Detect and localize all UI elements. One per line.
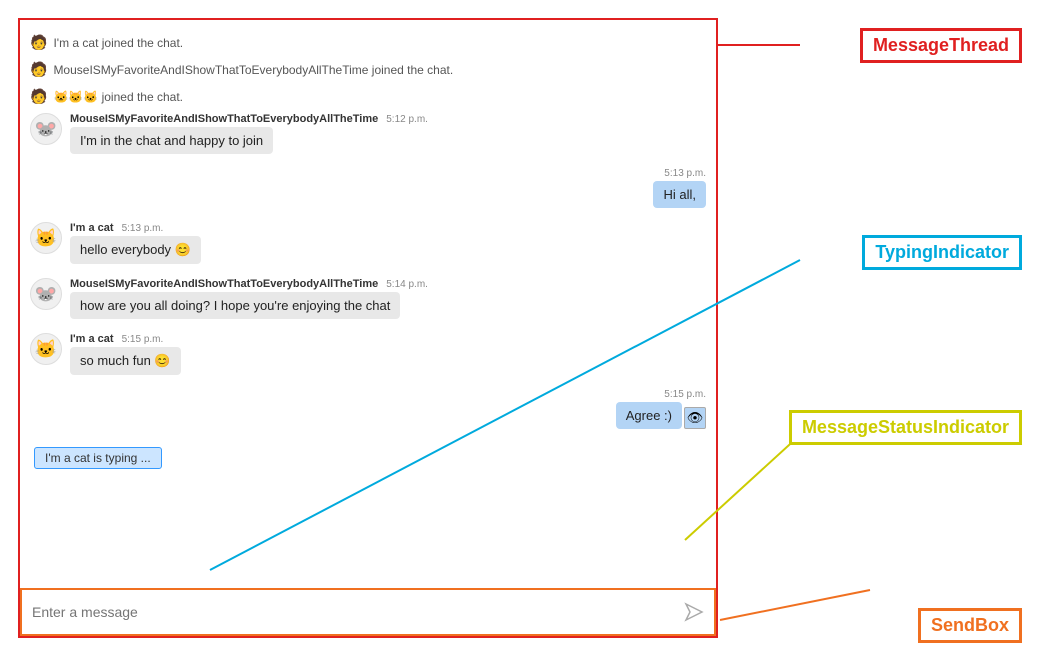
message-input[interactable] [32,604,676,620]
label-message-thread: MessageThread [860,28,1022,63]
label-sendbox: SendBox [918,608,1022,643]
time-5: 5:15 p.m. [122,334,164,345]
outer-container: 🧑 I'm a cat joined the chat. 🧑 MouseISMy… [0,0,1052,661]
time-4: 5:14 p.m. [386,279,428,290]
sender-1: MouseISMyFavoriteAndIShowThatToEverybody… [70,113,378,125]
person-icon-3: 🧑 [30,88,47,105]
sender-3: I'm a cat [70,222,114,234]
bubble-2: Hi all, [653,181,706,208]
person-icon-2: 🧑 [30,61,47,78]
bubble-6: Agree :) [616,402,682,429]
message-header-6: 5:15 p.m. [664,389,706,400]
avatar-1: 🐭 [30,113,62,145]
message-row-1: 🐭 MouseISMyFavoriteAndIShowThatToEverybo… [30,113,706,154]
bubble-1: I'm in the chat and happy to join [70,127,273,154]
message-header-3: I'm a cat 5:13 p.m. [70,222,201,234]
message-content-2: 5:13 p.m. Hi all, [653,168,706,208]
message-header-5: I'm a cat 5:15 p.m. [70,333,181,345]
system-text-2: MouseISMyFavoriteAndIShowThatToEverybody… [53,63,453,77]
bubble-5: so much fun 😊 [70,347,181,375]
message-content-4: MouseISMyFavoriteAndIShowThatToEverybody… [70,278,428,319]
message-row-5: 🐱 I'm a cat 5:15 p.m. so much fun 😊 [30,333,706,375]
system-message-3: 🧑 🐱🐱🐱 joined the chat. [30,86,706,107]
message-thread[interactable]: 🧑 I'm a cat joined the chat. 🧑 MouseISMy… [20,20,716,588]
avatar-4: 🐭 [30,278,62,310]
label-message-status: MessageStatusIndicator [789,410,1022,445]
message-content-5: I'm a cat 5:15 p.m. so much fun 😊 [70,333,181,375]
message-header-2: 5:13 p.m. [664,168,706,179]
system-text-1: I'm a cat joined the chat. [53,36,183,50]
message-content-1: MouseISMyFavoriteAndIShowThatToEverybody… [70,113,428,154]
time-3: 5:13 p.m. [122,223,164,234]
message-content-3: I'm a cat 5:13 p.m. hello everybody 😊 [70,222,201,264]
sendbox [20,588,716,636]
person-icon-1: 🧑 [30,34,47,51]
message-row-3: 🐱 I'm a cat 5:13 p.m. hello everybody 😊 [30,222,706,264]
time-6: 5:15 p.m. [664,389,706,400]
label-typing-indicator: TypingIndicator [862,235,1022,270]
message-row-6: 5:15 p.m. Agree :) 👁 [30,389,706,429]
chat-container: 🧑 I'm a cat joined the chat. 🧑 MouseISMy… [18,18,718,638]
system-message-1: 🧑 I'm a cat joined the chat. [30,32,706,53]
avatar-5: 🐱 [30,333,62,365]
sender-5: I'm a cat [70,333,114,345]
message-header-1: MouseISMyFavoriteAndIShowThatToEverybody… [70,113,428,125]
system-text-3: 🐱🐱🐱 joined the chat. [53,90,183,104]
send-button[interactable] [684,602,704,622]
message-header-4: MouseISMyFavoriteAndIShowThatToEverybody… [70,278,428,290]
typing-indicator: I'm a cat is typing ... [34,447,162,469]
eye-icon: 👁 [687,410,704,426]
message-status-indicator: 👁 [684,407,706,429]
message-content-6: 5:15 p.m. Agree :) 👁 [616,389,706,429]
bubble-3: hello everybody 😊 [70,236,201,264]
bubble-4: how are you all doing? I hope you're enj… [70,292,400,319]
avatar-3: 🐱 [30,222,62,254]
time-2: 5:13 p.m. [664,168,706,179]
message-row-4: 🐭 MouseISMyFavoriteAndIShowThatToEverybo… [30,278,706,319]
time-1: 5:12 p.m. [386,114,428,125]
system-message-2: 🧑 MouseISMyFavoriteAndIShowThatToEverybo… [30,59,706,80]
send-icon [684,602,704,622]
message-row-2: 5:13 p.m. Hi all, [30,168,706,208]
sender-4: MouseISMyFavoriteAndIShowThatToEverybody… [70,278,378,290]
status-indicator-wrap: Agree :) 👁 [616,402,706,429]
